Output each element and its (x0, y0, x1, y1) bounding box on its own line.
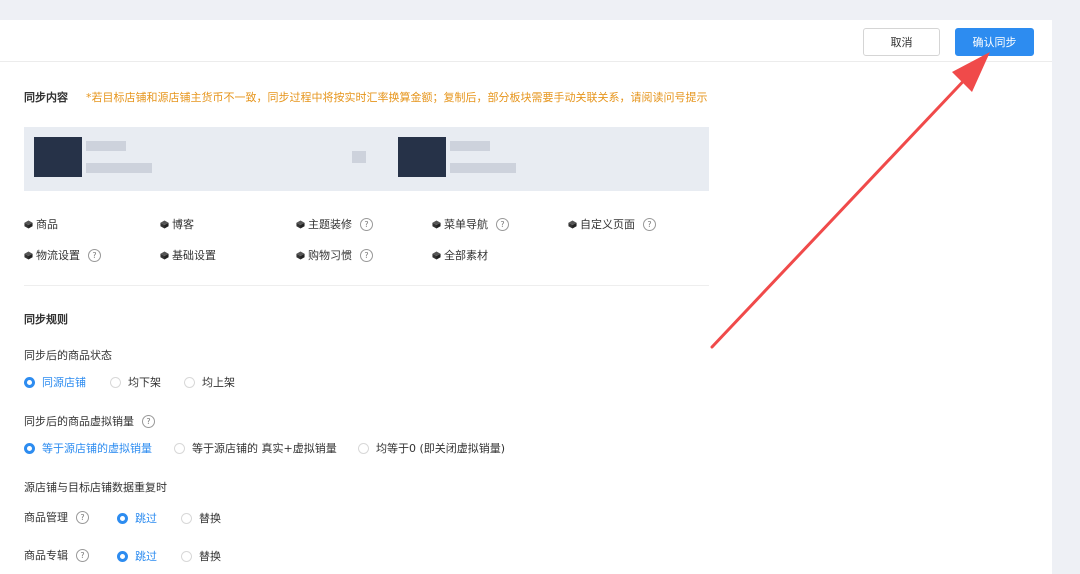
sync-item-label: 物流设置 (36, 249, 80, 262)
cube-icon (160, 250, 169, 260)
sync-item-label: 购物习惯 (308, 249, 352, 262)
cube-icon (24, 250, 33, 260)
product-management-label: 商品管理 ? (24, 509, 89, 525)
radio-circle-icon (358, 442, 369, 454)
radio-option[interactable]: 均上架 (184, 374, 235, 390)
sync-item[interactable]: 博客 (160, 216, 194, 232)
radio-label: 替换 (199, 550, 221, 563)
sync-item-label: 博客 (172, 218, 194, 231)
virtual-sales-label: 同步后的商品虚拟销量 ? (24, 413, 155, 429)
target-store-avatar (398, 137, 446, 177)
section-divider (24, 285, 709, 286)
radio-label: 等于源店铺的虚拟销量 (42, 442, 152, 455)
radio-circle-icon (181, 550, 192, 562)
sync-item-label: 菜单导航 (444, 218, 488, 231)
product-management-label-text: 商品管理 (24, 511, 68, 524)
cancel-button[interactable]: 取消 (863, 28, 940, 56)
sync-item[interactable]: 自定义页面? (568, 216, 656, 232)
radio-option[interactable]: 等于源店铺的虚拟销量 (24, 440, 152, 456)
radio-circle-icon (184, 376, 195, 388)
sync-item-label: 自定义页面 (580, 218, 635, 231)
confirm-sync-button[interactable]: 确认同步 (955, 28, 1034, 56)
currency-warning: *若目标店铺和源店铺主货币不一致，同步过程中将按实时汇率换算金额；复制后，部分板… (86, 91, 708, 104)
sync-item-label: 商品 (36, 218, 58, 231)
radio-option[interactable]: 等于源店铺的 真实+虚拟销量 (174, 440, 337, 456)
help-icon[interactable]: ? (360, 248, 373, 262)
radio-label: 同源店铺 (42, 376, 86, 389)
help-icon[interactable]: ? (76, 510, 89, 524)
help-icon[interactable]: ? (360, 217, 373, 231)
cube-icon (24, 219, 33, 229)
target-store-name-blurred (450, 141, 490, 151)
radio-label: 跳过 (135, 550, 157, 563)
duplicate-data-label: 源店铺与目标店铺数据重复时 (24, 481, 167, 494)
radio-circle-icon (24, 376, 35, 388)
radio-option[interactable]: 跳过 (117, 510, 157, 526)
source-store-name-blurred (86, 141, 126, 151)
cube-icon (296, 219, 305, 229)
radio-label: 均下架 (128, 376, 161, 389)
radio-label: 均等于0 (即关闭虚拟销量) (376, 442, 506, 455)
help-icon[interactable]: ? (643, 217, 656, 231)
top-toolbar: 取消 确认同步 (0, 20, 1052, 62)
sync-item[interactable]: 主题装修? (296, 216, 373, 232)
radio-option[interactable]: 替换 (181, 548, 221, 564)
cube-icon (432, 219, 441, 229)
sync-rules-title: 同步规则 (24, 313, 68, 326)
radio-label: 跳过 (135, 512, 157, 525)
radio-circle-icon (110, 376, 121, 388)
sync-item-label: 主题装修 (308, 218, 352, 231)
cube-icon (296, 250, 305, 260)
radio-option[interactable]: 均下架 (110, 374, 161, 390)
radio-option[interactable]: 跳过 (117, 548, 157, 564)
radio-label: 等于源店铺的 真实+虚拟销量 (192, 442, 337, 455)
product-status-label: 同步后的商品状态 (24, 349, 112, 362)
sync-item[interactable]: 菜单导航? (432, 216, 509, 232)
sync-item[interactable]: 全部素材 (432, 247, 488, 263)
radio-label: 替换 (199, 512, 221, 525)
sync-item[interactable]: 基础设置 (160, 247, 216, 263)
sync-item[interactable]: 物流设置? (24, 247, 101, 263)
store-pair-banner (24, 127, 709, 191)
sync-item[interactable]: 商品 (24, 216, 58, 232)
sync-item[interactable]: 购物习惯? (296, 247, 373, 263)
sync-direction-icon-blurred (352, 151, 366, 163)
product-album-label-text: 商品专辑 (24, 549, 68, 562)
radio-label: 均上架 (202, 376, 235, 389)
sync-item-label: 基础设置 (172, 249, 216, 262)
radio-circle-icon (117, 512, 128, 524)
cube-icon (568, 219, 577, 229)
sync-panel: 取消 确认同步 同步内容 *若目标店铺和源店铺主货币不一致，同步过程中将按实时汇… (0, 20, 1052, 574)
sync-item-label: 全部素材 (444, 249, 488, 262)
product-album-label: 商品专辑 ? (24, 547, 89, 563)
cube-icon (432, 250, 441, 260)
target-store-domain-blurred (450, 163, 516, 173)
radio-option[interactable]: 替换 (181, 510, 221, 526)
radio-circle-icon (174, 442, 185, 454)
sync-content-title: 同步内容 (24, 91, 68, 104)
source-store-avatar (34, 137, 82, 177)
radio-circle-icon (24, 442, 35, 454)
help-icon[interactable]: ? (76, 548, 89, 562)
radio-circle-icon (181, 512, 192, 524)
help-icon[interactable]: ? (142, 414, 155, 428)
radio-option[interactable]: 同源店铺 (24, 374, 86, 390)
virtual-sales-label-text: 同步后的商品虚拟销量 (24, 415, 134, 428)
radio-option[interactable]: 均等于0 (即关闭虚拟销量) (358, 440, 505, 456)
cube-icon (160, 219, 169, 229)
radio-circle-icon (117, 550, 128, 562)
help-icon[interactable]: ? (496, 217, 509, 231)
source-store-domain-blurred (86, 163, 152, 173)
help-icon[interactable]: ? (88, 248, 101, 262)
